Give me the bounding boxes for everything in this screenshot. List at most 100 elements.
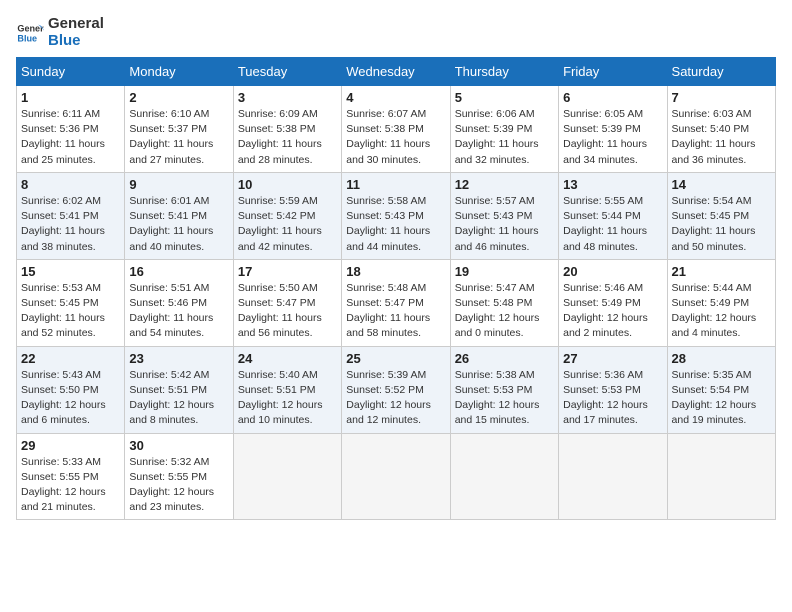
- cell-day-number: 20: [563, 264, 662, 279]
- table-row: 20 Sunrise: 5:46 AMSunset: 5:49 PMDayligh…: [559, 259, 667, 346]
- cell-info: Sunrise: 6:02 AMSunset: 5:41 PMDaylight:…: [21, 194, 120, 255]
- cell-info: Sunrise: 5:35 AMSunset: 5:54 PMDaylight:…: [672, 368, 771, 429]
- table-row: 30 Sunrise: 5:32 AMSunset: 5:55 PMDayligh…: [125, 433, 233, 520]
- table-row: 2Sunrise: 6:10 AMSunset: 5:37 PMDaylight…: [125, 86, 233, 173]
- table-row: 1 Sunrise: 6:11 AMSunset: 5:36 PMDaylight…: [17, 86, 125, 173]
- table-row: [450, 433, 558, 520]
- cell-day-number: 21: [672, 264, 771, 279]
- cell-day-number: 26: [455, 351, 554, 366]
- cell-info: Sunrise: 5:36 AMSunset: 5:53 PMDaylight:…: [563, 368, 662, 429]
- col-friday: Friday: [559, 58, 667, 86]
- cell-day-number: 11: [346, 177, 445, 192]
- table-row: 16 Sunrise: 5:51 AMSunset: 5:46 PMDayligh…: [125, 259, 233, 346]
- cell-info: Sunrise: 5:58 AMSunset: 5:43 PMDaylight:…: [346, 194, 445, 255]
- table-row: 13 Sunrise: 5:55 AMSunset: 5:44 PMDayligh…: [559, 172, 667, 259]
- cell-day-number: 3: [238, 90, 337, 105]
- cell-info: Sunrise: 6:03 AMSunset: 5:40 PMDaylight:…: [672, 107, 771, 168]
- table-row: 5 Sunrise: 6:06 AMSunset: 5:39 PMDaylight…: [450, 86, 558, 173]
- table-row: 8 Sunrise: 6:02 AMSunset: 5:41 PMDaylight…: [17, 172, 125, 259]
- col-saturday: Saturday: [667, 58, 775, 86]
- cell-day-number: 1: [21, 90, 120, 105]
- table-row: 12 Sunrise: 5:57 AMSunset: 5:43 PMDayligh…: [450, 172, 558, 259]
- cell-info: Sunrise: 5:55 AMSunset: 5:44 PMDaylight:…: [563, 194, 662, 255]
- cell-info: Sunrise: 6:05 AMSunset: 5:39 PMDaylight:…: [563, 107, 662, 168]
- cell-info: Sunrise: 5:43 AMSunset: 5:50 PMDaylight:…: [21, 368, 120, 429]
- cell-day-number: 24: [238, 351, 337, 366]
- cell-day-number: 18: [346, 264, 445, 279]
- cell-day-number: 27: [563, 351, 662, 366]
- table-row: 23Sunrise: 5:42 AMSunset: 5:51 PMDayligh…: [125, 346, 233, 433]
- cell-day-number: 9: [129, 177, 228, 192]
- cell-info: Sunrise: 5:44 AMSunset: 5:49 PMDaylight:…: [672, 281, 771, 342]
- table-row: [233, 433, 341, 520]
- cell-info: Sunrise: 5:42 AMSunset: 5:51 PMDaylight:…: [129, 368, 228, 429]
- logo: General Blue General Blue: [16, 16, 104, 49]
- cell-day-number: 19: [455, 264, 554, 279]
- table-row: 6 Sunrise: 6:05 AMSunset: 5:39 PMDaylight…: [559, 86, 667, 173]
- cell-info: Sunrise: 5:33 AMSunset: 5:55 PMDaylight:…: [21, 455, 120, 516]
- cell-info: Sunrise: 6:07 AMSunset: 5:38 PMDaylight:…: [346, 107, 445, 168]
- cell-info: Sunrise: 6:11 AMSunset: 5:36 PMDaylight:…: [21, 107, 120, 168]
- cell-info: Sunrise: 5:53 AMSunset: 5:45 PMDaylight:…: [21, 281, 120, 342]
- table-row: 17Sunrise: 5:50 AMSunset: 5:47 PMDayligh…: [233, 259, 341, 346]
- cell-day-number: 15: [21, 264, 120, 279]
- cell-day-number: 6: [563, 90, 662, 105]
- table-row: 21 Sunrise: 5:44 AMSunset: 5:49 PMDayligh…: [667, 259, 775, 346]
- cell-info: Sunrise: 6:09 AMSunset: 5:38 PMDaylight:…: [238, 107, 337, 168]
- table-row: 26 Sunrise: 5:38 AMSunset: 5:53 PMDayligh…: [450, 346, 558, 433]
- cell-info: Sunrise: 5:39 AMSunset: 5:52 PMDaylight:…: [346, 368, 445, 429]
- cell-info: Sunrise: 5:47 AMSunset: 5:48 PMDaylight:…: [455, 281, 554, 342]
- page-header: General Blue General Blue: [16, 16, 776, 49]
- cell-info: Sunrise: 5:50 AMSunset: 5:47 PMDaylight:…: [238, 281, 337, 342]
- cell-info: Sunrise: 5:51 AMSunset: 5:46 PMDaylight:…: [129, 281, 228, 342]
- calendar-week-row: 8 Sunrise: 6:02 AMSunset: 5:41 PMDaylight…: [17, 172, 776, 259]
- cell-info: Sunrise: 5:48 AMSunset: 5:47 PMDaylight:…: [346, 281, 445, 342]
- cell-info: Sunrise: 6:01 AMSunset: 5:41 PMDaylight:…: [129, 194, 228, 255]
- cell-info: Sunrise: 5:59 AMSunset: 5:42 PMDaylight:…: [238, 194, 337, 255]
- cell-info: Sunrise: 5:57 AMSunset: 5:43 PMDaylight:…: [455, 194, 554, 255]
- col-tuesday: Tuesday: [233, 58, 341, 86]
- cell-info: Sunrise: 6:10 AMSunset: 5:37 PMDaylight:…: [129, 107, 228, 168]
- cell-day-number: 7: [672, 90, 771, 105]
- table-row: 15 Sunrise: 5:53 AMSunset: 5:45 PMDayligh…: [17, 259, 125, 346]
- cell-day-number: 5: [455, 90, 554, 105]
- table-row: 28Sunrise: 5:35 AMSunset: 5:54 PMDayligh…: [667, 346, 775, 433]
- table-row: 24 Sunrise: 5:40 AMSunset: 5:51 PMDayligh…: [233, 346, 341, 433]
- svg-text:Blue: Blue: [17, 33, 37, 43]
- cell-day-number: 12: [455, 177, 554, 192]
- calendar-header-row: Sunday Monday Tuesday Wednesday Thursday…: [17, 58, 776, 86]
- table-row: [342, 433, 450, 520]
- calendar-week-row: 29 Sunrise: 5:33 AMSunset: 5:55 PMDayligh…: [17, 433, 776, 520]
- table-row: 19 Sunrise: 5:47 AMSunset: 5:48 PMDayligh…: [450, 259, 558, 346]
- cell-day-number: 8: [21, 177, 120, 192]
- cell-day-number: 16: [129, 264, 228, 279]
- cell-day-number: 25: [346, 351, 445, 366]
- table-row: 29 Sunrise: 5:33 AMSunset: 5:55 PMDayligh…: [17, 433, 125, 520]
- cell-day-number: 30: [129, 438, 228, 453]
- table-row: 18 Sunrise: 5:48 AMSunset: 5:47 PMDayligh…: [342, 259, 450, 346]
- col-thursday: Thursday: [450, 58, 558, 86]
- table-row: 22 Sunrise: 5:43 AMSunset: 5:50 PMDayligh…: [17, 346, 125, 433]
- cell-info: Sunrise: 5:46 AMSunset: 5:49 PMDaylight:…: [563, 281, 662, 342]
- cell-day-number: 10: [238, 177, 337, 192]
- table-row: 7 Sunrise: 6:03 AMSunset: 5:40 PMDaylight…: [667, 86, 775, 173]
- cell-day-number: 22: [21, 351, 120, 366]
- table-row: 11 Sunrise: 5:58 AMSunset: 5:43 PMDayligh…: [342, 172, 450, 259]
- table-row: 3 Sunrise: 6:09 AMSunset: 5:38 PMDaylight…: [233, 86, 341, 173]
- cell-day-number: 13: [563, 177, 662, 192]
- col-wednesday: Wednesday: [342, 58, 450, 86]
- table-row: [559, 433, 667, 520]
- cell-day-number: 29: [21, 438, 120, 453]
- logo-general: General: [48, 16, 104, 33]
- table-row: 14Sunrise: 5:54 AMSunset: 5:45 PMDayligh…: [667, 172, 775, 259]
- table-row: 9 Sunrise: 6:01 AMSunset: 5:41 PMDaylight…: [125, 172, 233, 259]
- col-sunday: Sunday: [17, 58, 125, 86]
- logo-blue: Blue: [48, 33, 104, 50]
- table-row: 10 Sunrise: 5:59 AMSunset: 5:42 PMDayligh…: [233, 172, 341, 259]
- cell-info: Sunrise: 5:38 AMSunset: 5:53 PMDaylight:…: [455, 368, 554, 429]
- cell-info: Sunrise: 5:32 AMSunset: 5:55 PMDaylight:…: [129, 455, 228, 516]
- table-row: 25 Sunrise: 5:39 AMSunset: 5:52 PMDayligh…: [342, 346, 450, 433]
- cell-info: Sunrise: 6:06 AMSunset: 5:39 PMDaylight:…: [455, 107, 554, 168]
- table-row: [667, 433, 775, 520]
- cell-info: Sunrise: 5:40 AMSunset: 5:51 PMDaylight:…: [238, 368, 337, 429]
